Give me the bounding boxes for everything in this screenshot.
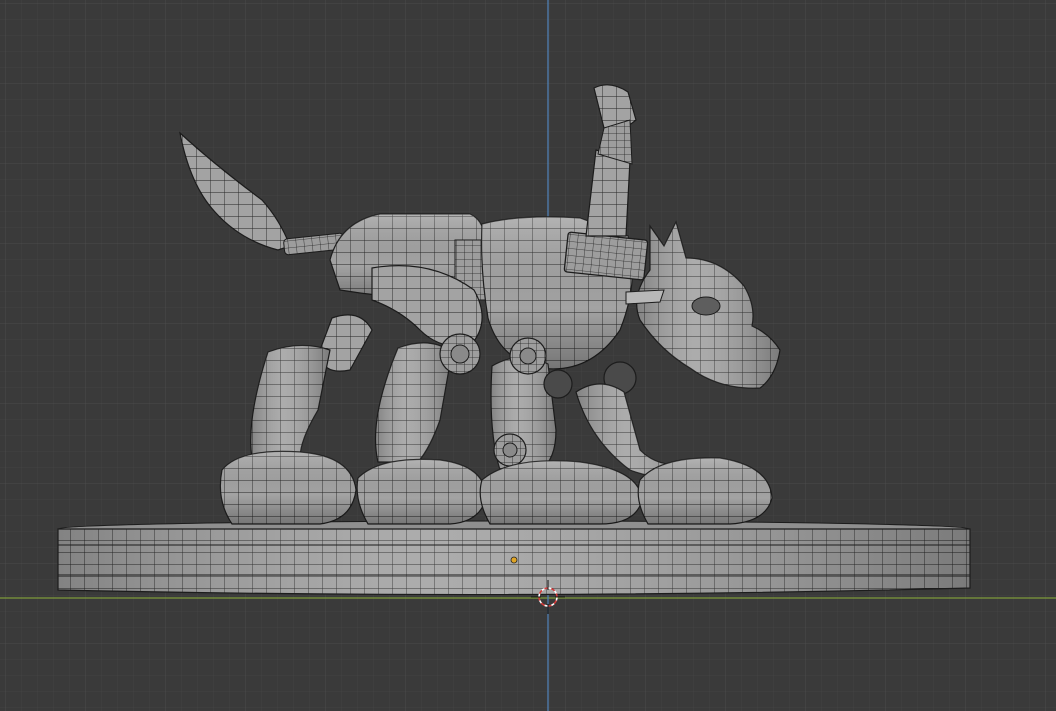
3d-viewport[interactable] <box>0 0 1056 711</box>
collar[interactable] <box>563 231 649 281</box>
object-origin-dot <box>510 556 518 564</box>
eye <box>691 296 721 316</box>
